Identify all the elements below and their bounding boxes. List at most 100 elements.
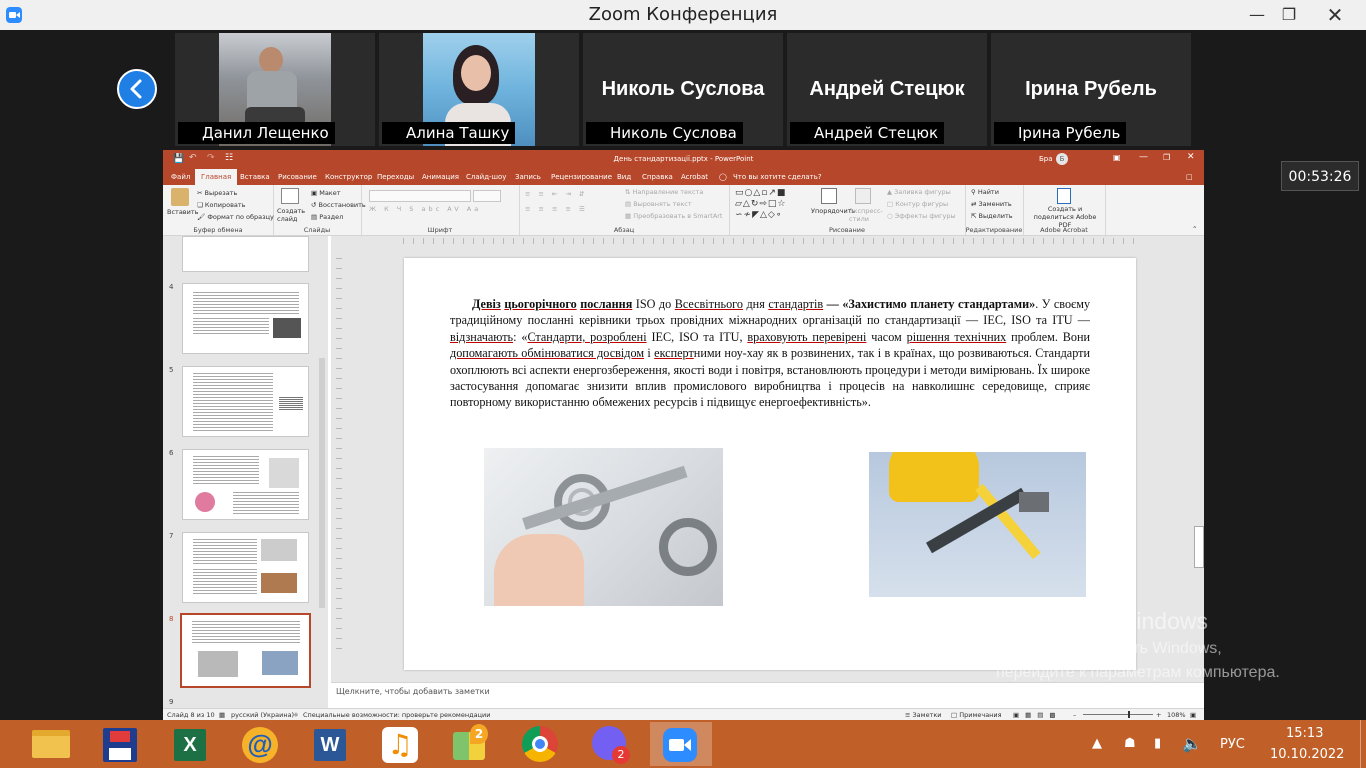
zoom-slider-thumb[interactable] (1128, 711, 1130, 718)
tab-home[interactable]: Главная (195, 169, 238, 185)
comments-icon[interactable]: □ (1186, 169, 1193, 185)
participant-tile[interactable]: Ірина Рубель Ірина Рубель (991, 33, 1191, 146)
show-desktop-button[interactable] (1360, 720, 1366, 768)
network-icon[interactable]: ☗ (1124, 736, 1136, 751)
bearing-caliper-image[interactable] (484, 448, 723, 606)
slide-thumbnail[interactable] (182, 236, 309, 272)
tab-slideshow[interactable]: Слайд-шоу (466, 169, 506, 185)
close-button[interactable]: ✕ (1312, 0, 1358, 30)
taskbar-music[interactable]: ♫ (376, 722, 424, 766)
tab-review[interactable]: Рецензирование (551, 169, 612, 185)
language-indicator[interactable]: русский (Украина) (231, 709, 294, 720)
tell-me-search[interactable]: Что вы хотите сделать? (733, 169, 822, 185)
taskbar-explorer[interactable] (26, 722, 74, 766)
align-buttons[interactable]: ≡ ≡ ≡ ≡ ☰ (525, 205, 588, 213)
volume-icon[interactable]: 🔈 (1182, 734, 1202, 753)
cut-button[interactable]: ✂ Вырезать (197, 189, 237, 197)
accessibility-icon[interactable]: ⚛ (293, 709, 299, 720)
tab-record[interactable]: Запись (515, 169, 541, 185)
clock-time[interactable]: 15:13 (1286, 726, 1323, 741)
zoom-in-button[interactable]: + (1156, 709, 1161, 720)
shapes-gallery-row3[interactable]: ∽≁◤△◇∘ (735, 210, 782, 220)
taskbar-word[interactable]: W (306, 722, 354, 766)
slide-thumbnail[interactable] (182, 532, 309, 603)
tab-insert[interactable]: Вставка (240, 169, 270, 185)
font-size-field[interactable] (473, 190, 501, 202)
maximize-button[interactable]: ❐ (1266, 0, 1312, 30)
new-slide-icon[interactable] (281, 188, 299, 204)
select-button[interactable]: ⇱ Выделить (971, 212, 1013, 220)
shape-outline-button[interactable]: □ Контур фигуры (887, 200, 948, 208)
avatar[interactable]: Б (1056, 153, 1068, 165)
adobe-pdf-icon[interactable] (1057, 188, 1071, 204)
comments-toggle[interactable]: □ Примечания (951, 709, 1002, 720)
slide-thumbnail[interactable] (182, 449, 309, 520)
section-button[interactable]: ▤ Раздел (311, 213, 343, 221)
participant-tile[interactable]: Николь Суслова Николь Суслова (583, 33, 783, 146)
taskbar-maps[interactable]: 2 (446, 722, 494, 766)
participant-tile[interactable]: Данил Лещенко (175, 33, 375, 146)
participant-tile[interactable]: Андрей Стецюк Андрей Стецюк (787, 33, 987, 146)
tray-overflow-icon[interactable]: ▲ (1092, 736, 1102, 751)
accessibility-status[interactable]: Специальные возможности: проверьте реком… (303, 709, 490, 720)
format-painter-button[interactable]: 🖌 Формат по образцу (197, 213, 274, 221)
ppt-minimize-button[interactable]: — (1139, 152, 1148, 162)
zoom-slider[interactable] (1083, 714, 1153, 715)
taskbar-excel[interactable]: X (166, 722, 214, 766)
new-slide-button[interactable]: Создать слайд (277, 207, 307, 223)
font-format-buttons[interactable]: Ж К Ч S abc AV Aa (369, 205, 481, 213)
fit-slide-icon[interactable]: ▣ (1190, 709, 1196, 720)
shapes-gallery[interactable]: ▭○△▫↗■ (735, 188, 786, 198)
tab-acrobat[interactable]: Acrobat (681, 169, 708, 185)
tab-help[interactable]: Справка (642, 169, 673, 185)
tab-design[interactable]: Конструктор (325, 169, 372, 185)
reset-button[interactable]: ↺ Восстановить (311, 201, 366, 209)
spellcheck-icon[interactable]: ▦ (219, 709, 225, 720)
thumbnails-scrollbar[interactable] (319, 358, 325, 608)
vertical-scrollbar-thumb[interactable] (1194, 526, 1204, 568)
ribbon-display-icon[interactable]: ▣ (1113, 153, 1121, 162)
list-buttons[interactable]: ≡ ≡ ⇤ ⇥ ⇵ (525, 190, 588, 198)
tab-view[interactable]: Вид (617, 169, 631, 185)
participant-tile[interactable]: Алина Ташку (379, 33, 579, 146)
view-buttons[interactable]: ▣▦▤▩ (1013, 709, 1062, 720)
helmet-tools-image[interactable] (869, 452, 1086, 597)
ppt-close-button[interactable]: ✕ (1187, 152, 1195, 162)
tab-draw[interactable]: Рисование (278, 169, 317, 185)
shapes-gallery-row2[interactable]: ▱△↻⇨□☆ (735, 199, 787, 209)
arrange-icon[interactable] (821, 188, 837, 204)
text-direction-button[interactable]: ⇅ Направление текста (625, 188, 703, 196)
input-language[interactable]: РУС (1220, 737, 1245, 752)
find-button[interactable]: ⚲ Найти (971, 188, 999, 196)
zoom-level[interactable]: 108% (1167, 709, 1186, 720)
taskbar-zoom[interactable] (650, 722, 712, 766)
font-name-field[interactable] (369, 190, 471, 202)
paste-button[interactable]: Вставить (167, 208, 198, 216)
slide-thumbnail[interactable] (182, 283, 309, 354)
ppt-restore-button[interactable]: ❐ (1163, 153, 1170, 162)
taskbar-save-app[interactable] (96, 722, 144, 766)
taskbar-chrome[interactable] (516, 722, 564, 766)
signal-icon[interactable]: ▮ (1154, 736, 1161, 751)
gallery-back-button[interactable] (117, 69, 157, 109)
align-text-button[interactable]: ▤ Выровнять текст (625, 200, 692, 208)
taskbar-viber[interactable]: 2 (586, 722, 634, 766)
notes-pane[interactable]: Щелкните, чтобы добавить заметки (331, 682, 1204, 709)
shape-fill-button[interactable]: ▲ Заливка фигуры (887, 188, 951, 196)
slide-body-text[interactable]: Девіз цьогорічного послання ISO до Всесв… (450, 296, 1090, 411)
tab-transitions[interactable]: Переходы (377, 169, 414, 185)
taskbar-mail[interactable]: @ (236, 722, 284, 766)
clock-date[interactable]: 10.10.2022 (1270, 747, 1344, 762)
replace-button[interactable]: ⇄ Заменить (971, 200, 1012, 208)
tab-animations[interactable]: Анимация (422, 169, 459, 185)
notes-toggle[interactable]: ≡ Заметки (905, 709, 942, 720)
smartart-button[interactable]: ▦ Преобразовать в SmartArt (625, 212, 722, 220)
slide-thumbnail-selected[interactable] (180, 613, 311, 688)
zoom-out-button[interactable]: – (1073, 709, 1076, 720)
copy-button[interactable]: ❏ Копировать (197, 201, 246, 209)
tab-file[interactable]: Файл (171, 169, 190, 185)
quick-styles-icon[interactable] (855, 188, 871, 204)
slide-thumbnail[interactable] (182, 366, 309, 437)
quick-styles-button[interactable]: Экспресс-стили (849, 207, 883, 223)
shape-effects-button[interactable]: ○ Эффекты фигуры (887, 212, 956, 220)
